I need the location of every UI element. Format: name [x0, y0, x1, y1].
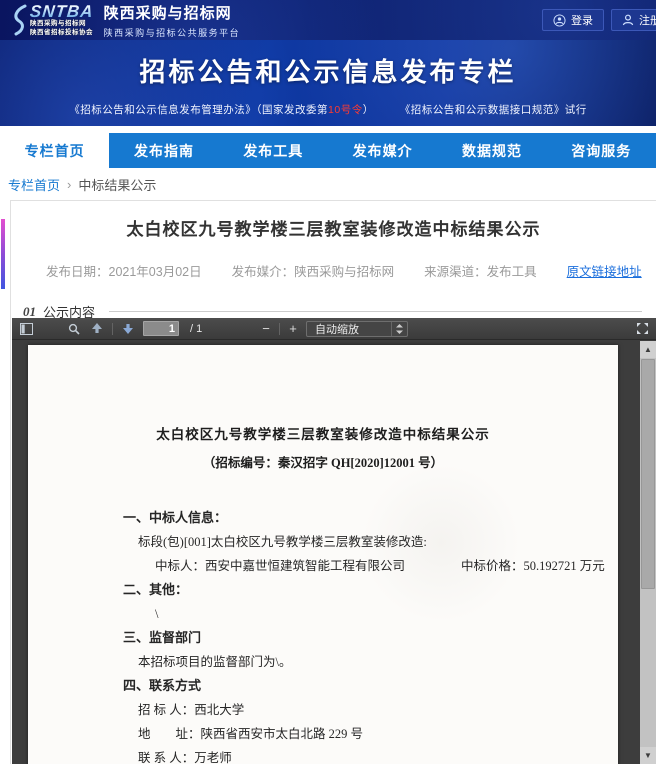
logo-line2: 陕西省招标投标协会 — [30, 29, 94, 37]
login-label: 登录 — [571, 12, 593, 28]
nav-tab-home[interactable]: 专栏首页 — [0, 133, 109, 168]
doc-line: 四、联系方式 — [28, 674, 618, 698]
main-nav: 专栏首页 发布指南 发布工具 发布媒介 数据规范 咨询服务 — [0, 133, 656, 168]
doc-line: \ — [28, 602, 618, 626]
meta-publish-media: 发布媒介：陕西采购与招标网 — [232, 261, 395, 280]
breadcrumb-current: 中标结果公示 — [78, 175, 156, 194]
doc-line: 一、中标人信息： — [28, 506, 618, 530]
site-name: 陕西采购与招标网 — [104, 2, 241, 23]
sidebar-toggle-icon[interactable] — [18, 321, 34, 337]
doc-line: 二、其他： — [28, 578, 618, 602]
logo-acronym: SNTBA — [29, 3, 94, 20]
next-page-icon[interactable] — [120, 321, 136, 337]
zoom-in-button[interactable]: + — [287, 321, 299, 336]
pdf-viewer: / 1 − + 自动缩放 — [12, 318, 656, 764]
doc-subtitle: （招标编号：秦汉招字 QH[2020]12001 号） — [28, 452, 618, 471]
nav-tab-data-spec[interactable]: 数据规范 — [437, 133, 546, 168]
doc-line: 中标人：西安中嘉世恒建筑智能工程有限公司 中标价格：50.192721 万元 — [28, 554, 618, 578]
scrollbar-thumb[interactable] — [641, 359, 655, 589]
doc-line: 标段(包)[001]太白校区九号教学楼三层教室装修改造: — [28, 530, 618, 554]
doc-body: 一、中标人信息： 标段(包)[001]太白校区九号教学楼三层教室装修改造: 中标… — [28, 506, 618, 764]
notice1-post: ） — [363, 104, 374, 116]
search-icon[interactable] — [66, 321, 82, 337]
page-number-input[interactable] — [143, 321, 179, 336]
banner-link-measures[interactable]: 《招标公告和公示信息发布管理办法》（国家发改委第10号令） — [69, 104, 373, 116]
doc-line: 联 系 人：万老师 — [28, 746, 618, 764]
pdf-scrollbar[interactable]: ▲ ▼ — [640, 341, 656, 764]
register-button[interactable]: 注册 — [611, 9, 656, 31]
content-box: 太白校区九号教学楼三层教室装修改造中标结果公示 发布日期：2021年03月02日… — [10, 200, 656, 764]
doc-price: 中标价格：50.192721 万元 — [461, 554, 605, 578]
scroll-up-icon[interactable]: ▲ — [640, 341, 656, 358]
previous-page-icon[interactable] — [89, 321, 105, 337]
nav-tab-consult[interactable]: 咨询服务 — [547, 133, 656, 168]
logo-line1: 陕西采购与招标网 — [30, 20, 94, 28]
banner: 招标公告和公示信息发布专栏 《招标公告和公示信息发布管理办法》（国家发改委第10… — [0, 40, 656, 126]
notice1-red: 10号令 — [328, 104, 363, 116]
fullscreen-icon[interactable] — [634, 321, 650, 337]
breadcrumb-home-link[interactable]: 专栏首页 — [8, 175, 60, 194]
article-title: 太白校区九号教学楼三层教室装修改造中标结果公示 — [11, 215, 656, 240]
login-button[interactable]: 登录 — [542, 9, 604, 31]
zoom-mode-select[interactable]: 自动缩放 — [306, 321, 408, 337]
pdf-page: 太白校区九号教学楼三层教室装修改造中标结果公示 （招标编号：秦汉招字 QH[20… — [28, 345, 618, 764]
site-subtitle: 陕西采购与招标公共服务平台 — [104, 26, 241, 39]
doc-line: 招 标 人：西北大学 — [28, 698, 618, 722]
zoom-out-button[interactable]: − — [260, 321, 272, 336]
site-logo[interactable]: SNTBA 陕西采购与招标网 陕西省招标投标协会 — [12, 3, 94, 37]
banner-links: 《招标公告和公示信息发布管理办法》（国家发改委第10号令） 《招标公告和公示数据接… — [0, 102, 656, 117]
banner-title: 招标公告和公示信息发布专栏 — [0, 52, 656, 89]
pdf-toolbar-left: / 1 — [18, 321, 202, 337]
breadcrumb-separator: › — [67, 177, 71, 192]
pdf-toolbar-right — [634, 321, 650, 337]
article-meta: 发布日期：2021年03月02日 发布媒介：陕西采购与招标网 来源渠道：发布工具… — [11, 261, 656, 280]
page: SNTBA 陕西采购与招标网 陕西省招标投标协会 陕西采购与招标网 陕西采购与招… — [0, 0, 656, 764]
login-person-icon — [553, 14, 566, 27]
logo-swoosh-icon — [12, 4, 28, 36]
nav-tab-tools[interactable]: 发布工具 — [219, 133, 328, 168]
nav-tab-guide[interactable]: 发布指南 — [109, 133, 218, 168]
doc-line: 三、监督部门 — [28, 626, 618, 650]
section-divider-line — [109, 311, 642, 312]
meta-source-channel: 来源渠道：发布工具 — [424, 261, 537, 280]
doc-winner: 中标人：西安中嘉世恒建筑智能工程有限公司 — [155, 554, 405, 578]
origin-link[interactable]: 原文链接地址 — [567, 261, 642, 280]
top-header: SNTBA 陕西采购与招标网 陕西省招标投标协会 陕西采购与招标网 陕西采购与招… — [0, 0, 656, 40]
nav-tab-media[interactable]: 发布媒介 — [328, 133, 437, 168]
notice1-pre: 《招标公告和公示信息发布管理办法》（国家发改委第 — [69, 104, 328, 116]
register-person-icon — [622, 14, 634, 26]
select-arrows-icon — [391, 322, 407, 336]
logo-text: SNTBA 陕西采购与招标网 陕西省招标投标协会 — [30, 3, 94, 37]
pdf-body: 太白校区九号教学楼三层教室装修改造中标结果公示 （招标编号：秦汉招字 QH[20… — [12, 341, 656, 764]
zoom-mode-label: 自动缩放 — [315, 321, 359, 337]
toolbar-separator — [112, 323, 113, 335]
toolbar-separator — [279, 323, 280, 335]
doc-line: 本招标项目的监督部门为\。 — [28, 650, 618, 674]
scroll-down-icon[interactable]: ▼ — [640, 747, 656, 764]
doc-line: 地 址：陕西省西安市太白北路 229 号 — [28, 722, 618, 746]
banner-link-spec[interactable]: 《招标公告和公示数据接口规范》试行 — [400, 104, 587, 116]
pdf-toolbar: / 1 − + 自动缩放 — [12, 318, 656, 340]
site-title: 陕西采购与招标网 陕西采购与招标公共服务平台 — [104, 2, 241, 39]
side-gradient-bar — [1, 219, 5, 289]
doc-title: 太白校区九号教学楼三层教室装修改造中标结果公示 — [28, 423, 618, 443]
meta-publish-date: 发布日期：2021年03月02日 — [46, 261, 202, 280]
register-label: 注册 — [639, 12, 656, 28]
page-total: / 1 — [190, 323, 202, 335]
breadcrumb: 专栏首页 › 中标结果公示 — [0, 168, 656, 200]
